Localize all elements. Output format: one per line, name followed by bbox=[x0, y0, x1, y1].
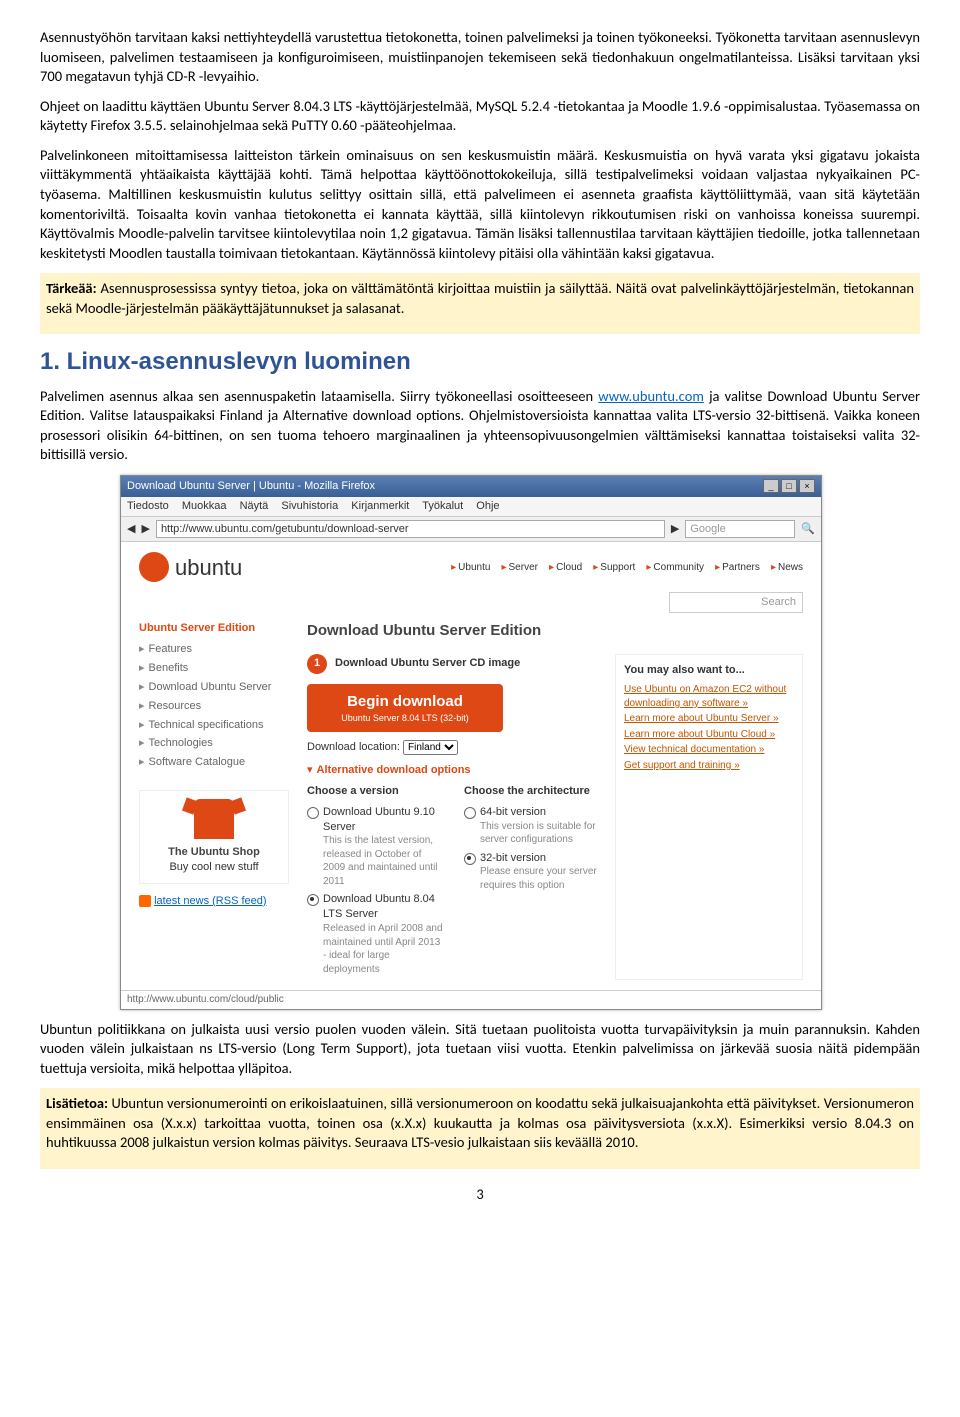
paragraph: Palvelinkoneen mitoittamisessa laitteist… bbox=[40, 146, 920, 263]
shop-widget[interactable]: The Ubuntu Shop Buy cool new stuff bbox=[139, 790, 289, 884]
nav-link[interactable]: ▸Community bbox=[646, 562, 704, 573]
ubuntu-circle-icon bbox=[139, 552, 169, 582]
menu-item[interactable]: Ohje bbox=[476, 500, 499, 512]
minimize-icon[interactable]: _ bbox=[763, 479, 779, 493]
location-select[interactable]: Finland bbox=[403, 740, 458, 755]
menu-item[interactable]: Työkalut bbox=[422, 500, 463, 512]
side-link[interactable]: Use Ubuntu on Amazon EC2 without downloa… bbox=[624, 683, 794, 710]
radio-option[interactable]: 32-bit versionPlease ensure your server … bbox=[464, 851, 601, 893]
radio-icon bbox=[464, 807, 476, 819]
nav-link[interactable]: ▸Ubuntu bbox=[451, 562, 490, 573]
browser-menubar: Tiedosto Muokkaa Näytä Sivuhistoria Kirj… bbox=[121, 497, 821, 517]
menu-item[interactable]: Muokkaa bbox=[182, 500, 227, 512]
sidebar-heading: Ubuntu Server Edition bbox=[139, 621, 289, 636]
main-content: Download Ubuntu Server Edition 1 Downloa… bbox=[307, 621, 803, 980]
go-icon[interactable]: ▶ bbox=[671, 522, 679, 537]
menu-item[interactable]: Kirjanmerkit bbox=[351, 500, 409, 512]
maximize-icon[interactable]: □ bbox=[781, 479, 797, 493]
nav-link[interactable]: ▸Cloud bbox=[549, 562, 582, 573]
address-bar: ◀ ▶ http://www.ubuntu.com/getubuntu/down… bbox=[121, 517, 821, 543]
nav-link[interactable]: ▸News bbox=[771, 562, 803, 573]
sidebar-box: You may also want to... Use Ubuntu on Am… bbox=[615, 654, 803, 980]
status-bar: http://www.ubuntu.com/cloud/public bbox=[121, 990, 821, 1009]
step-header: 1 Download Ubuntu Server CD image bbox=[307, 654, 601, 674]
sidebar: Ubuntu Server Edition ▸Features ▸Benefit… bbox=[139, 621, 289, 980]
back-icon[interactable]: ◀ bbox=[127, 522, 135, 537]
paragraph: Ohjeet on laadittu käyttäen Ubuntu Serve… bbox=[40, 97, 920, 136]
section-heading: 1. Linux-asennuslevyn luominen bbox=[40, 346, 920, 378]
side-link[interactable]: Learn more about Ubuntu Server » bbox=[624, 712, 794, 726]
highlight-text: Lisätietoa: Ubuntun versionumerointi on … bbox=[46, 1094, 914, 1153]
paragraph: Ubuntun politiikkana on julkaista uusi v… bbox=[40, 1020, 920, 1079]
site-search-input[interactable]: Search bbox=[669, 592, 803, 613]
ubuntu-link[interactable]: www.ubuntu.com bbox=[598, 387, 704, 405]
sidebar-item[interactable]: ▸Download Ubuntu Server bbox=[139, 678, 289, 697]
side-link[interactable]: Get support and training » bbox=[624, 759, 794, 773]
paragraph: Palvelimen asennus alkaa sen asennuspake… bbox=[40, 387, 920, 465]
window-titlebar: Download Ubuntu Server | Ubuntu - Mozill… bbox=[121, 476, 821, 497]
menu-item[interactable]: Näytä bbox=[240, 500, 269, 512]
menu-item[interactable]: Sivuhistoria bbox=[281, 500, 338, 512]
top-nav: ▸Ubuntu ▸Server ▸Cloud ▸Support ▸Communi… bbox=[443, 560, 803, 575]
begin-download-button[interactable]: Begin download Ubuntu Server 8.04 LTS (3… bbox=[307, 684, 503, 732]
nav-link[interactable]: ▸Support bbox=[593, 562, 635, 573]
tshirt-icon bbox=[194, 799, 234, 839]
radio-icon bbox=[307, 807, 319, 819]
highlight-text: Tärkeää: Asennusprosessissa syntyy tieto… bbox=[46, 279, 914, 318]
alternative-options-toggle[interactable]: ▾Alternative download options bbox=[307, 763, 601, 778]
window-buttons: _ □ × bbox=[763, 479, 815, 493]
side-link[interactable]: Learn more about Ubuntu Cloud » bbox=[624, 728, 794, 742]
radio-option[interactable]: Download Ubuntu 8.04 LTS ServerReleased … bbox=[307, 892, 444, 976]
column-header: Choose the architecture bbox=[464, 784, 601, 799]
nav-link[interactable]: ▸Server bbox=[501, 562, 537, 573]
menu-item[interactable]: Tiedosto bbox=[127, 500, 169, 512]
browser-screenshot: Download Ubuntu Server | Ubuntu - Mozill… bbox=[120, 475, 822, 1010]
download-location: Download location: Finland bbox=[307, 740, 601, 755]
sidebar-item[interactable]: ▸Technologies bbox=[139, 734, 289, 753]
sidebar-item[interactable]: ▸Features bbox=[139, 640, 289, 659]
page-number: 3 bbox=[40, 1185, 920, 1205]
rss-icon bbox=[139, 895, 151, 907]
close-icon[interactable]: × bbox=[799, 479, 815, 493]
url-input[interactable]: http://www.ubuntu.com/getubuntu/download… bbox=[156, 520, 665, 539]
highlight-box: Tärkeää: Asennusprosessissa syntyy tieto… bbox=[40, 273, 920, 334]
search-icon[interactable]: 🔍 bbox=[801, 522, 815, 537]
radio-icon bbox=[307, 894, 319, 906]
nav-link[interactable]: ▸Partners bbox=[715, 562, 760, 573]
side-link[interactable]: View technical documentation » bbox=[624, 743, 794, 757]
forward-icon[interactable]: ▶ bbox=[141, 522, 149, 537]
radio-option[interactable]: Download Ubuntu 9.10 ServerThis is the l… bbox=[307, 805, 444, 889]
radio-icon bbox=[464, 853, 476, 865]
search-engine-box[interactable]: Google bbox=[685, 520, 795, 539]
sidebar-item[interactable]: ▸Technical specifications bbox=[139, 716, 289, 735]
sidebar-item[interactable]: ▸Software Catalogue bbox=[139, 753, 289, 772]
radio-option[interactable]: 64-bit versionThis version is suitable f… bbox=[464, 805, 601, 847]
sidebar-item[interactable]: ▸Benefits bbox=[139, 659, 289, 678]
paragraph: Asennustyöhön tarvitaan kaksi nettiyhtey… bbox=[40, 28, 920, 87]
window-title: Download Ubuntu Server | Ubuntu - Mozill… bbox=[127, 479, 375, 494]
ubuntu-logo[interactable]: ubuntu bbox=[139, 552, 242, 582]
step-number-badge: 1 bbox=[307, 654, 327, 674]
sidebar-item[interactable]: ▸Resources bbox=[139, 697, 289, 716]
column-header: Choose a version bbox=[307, 784, 444, 799]
page-title: Download Ubuntu Server Edition bbox=[307, 621, 803, 641]
rss-link[interactable]: latest news (RSS feed) bbox=[139, 894, 289, 909]
highlight-box: Lisätietoa: Ubuntun versionumerointi on … bbox=[40, 1088, 920, 1169]
